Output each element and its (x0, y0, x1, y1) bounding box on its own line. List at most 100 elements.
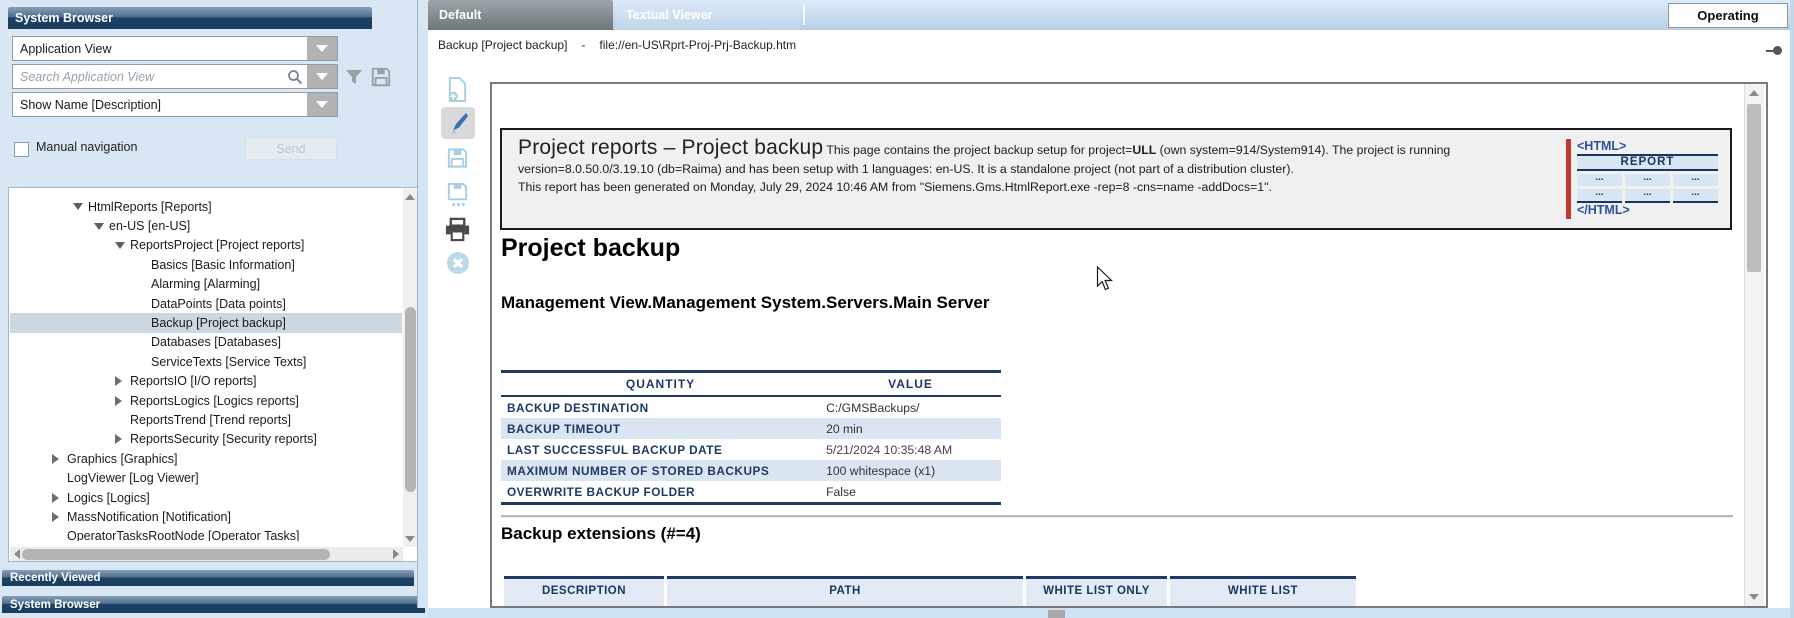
logo-cell: ... (1673, 174, 1718, 186)
logo-report-label: REPORT (1577, 154, 1718, 171)
tree-horizontal-scrollbar[interactable] (10, 547, 403, 561)
tree-item[interactable]: Basics [Basic Information] (10, 255, 402, 274)
report-header-title: Project reports – Project backup (518, 136, 823, 159)
display-mode-dropdown[interactable]: Show Name [Description] (12, 92, 338, 117)
add-report-icon[interactable] (446, 77, 469, 102)
tab-bar: Default Textual Viewer Operating (428, 0, 1790, 30)
logo-close-tag: </HTML> (1577, 203, 1718, 217)
scroll-right-arrow[interactable] (393, 549, 399, 559)
backup-settings-table: QUANTITY VALUE BACKUP DESTINATIONC:/GMSB… (501, 370, 1001, 505)
tree-item-label: ReportsTrend [Trend reports] (130, 413, 291, 427)
tree-item[interactable]: OperatorTasksRootNode [Operator Tasks] (10, 527, 402, 541)
quantity-cell: OVERWRITE BACKUP FOLDER (501, 481, 820, 504)
system-browser-accordion[interactable]: System Browser (2, 596, 425, 613)
system-tree: HtmlReports [Reports] en-US [en-US] Report… (10, 189, 402, 541)
scroll-up-arrow[interactable] (405, 194, 415, 200)
tree-expand-right-icon[interactable] (52, 493, 67, 503)
operating-mode-button[interactable]: Operating (1668, 3, 1788, 28)
tree-item-label: MassNotification [Notification] (67, 510, 231, 524)
tree-expand-right-icon[interactable] (52, 454, 67, 464)
logo-cell: ... (1673, 189, 1718, 203)
tree-expand-right-icon[interactable] (52, 512, 67, 522)
tree-item-label: LogViewer [Log Viewer] (67, 471, 199, 485)
scroll-up-arrow[interactable] (1749, 90, 1759, 96)
search-icon[interactable] (283, 69, 307, 85)
tree-item[interactable]: MassNotification [Notification] (10, 507, 402, 526)
tree-vertical-scrollbar-thumb[interactable] (405, 307, 416, 492)
tree-item-label: ReportsSecurity [Security reports] (130, 432, 317, 446)
save-report-icon[interactable] (446, 146, 469, 170)
application-window: System Browser Application View Show Nam… (0, 0, 1794, 618)
edit-pen-icon[interactable] (446, 111, 470, 135)
backup-table-row: LAST SUCCESSFUL BACKUP DATE5/21/2024 10:… (501, 439, 1001, 460)
tree-item[interactable]: ReportsProject [Project reports] (10, 236, 402, 255)
tree-item[interactable]: ReportsIO [I/O reports] (10, 372, 402, 391)
breadcrumb-separator: - (581, 38, 585, 52)
display-mode-arrow-button[interactable] (307, 93, 337, 116)
cancel-icon[interactable] (446, 251, 470, 275)
tab-default[interactable]: Default (428, 0, 613, 30)
report-section-path: Management View.Management System.Server… (501, 293, 989, 313)
tree-item-label: ReportsLogics [Logics reports] (130, 394, 299, 408)
search-input[interactable] (13, 69, 283, 85)
value-cell: 20 min (820, 418, 1001, 439)
tree-item-label: ReportsProject [Project reports] (130, 238, 304, 252)
tree-item[interactable]: DataPoints [Data points] (10, 294, 402, 313)
scroll-left-arrow[interactable] (14, 549, 20, 559)
print-icon[interactable] (444, 216, 471, 243)
save-as-icon[interactable] (446, 181, 469, 208)
tab-separator (803, 4, 805, 25)
tree-item-label: ServiceTexts [Service Texts] (151, 355, 306, 369)
tree-expand-right-icon[interactable] (115, 376, 130, 386)
tree-item[interactable]: Alarming [Alarming] (10, 275, 402, 294)
report-header-project-name: ULL (1132, 143, 1156, 157)
tree-vertical-scrollbar[interactable] (403, 189, 417, 547)
tree-expand-down-icon[interactable] (94, 223, 109, 230)
breadcrumb-path: file://en-US\Rprt-Proj-Prj-Backup.htm (599, 38, 796, 52)
tree-item-label: Databases [Databases] (151, 335, 281, 349)
view-selector-arrow-button[interactable] (307, 37, 337, 60)
tree-item[interactable]: HtmlReports [Reports] (10, 197, 402, 216)
scroll-down-arrow[interactable] (1749, 594, 1759, 600)
view-selector-dropdown[interactable]: Application View (12, 36, 338, 61)
manual-navigation-label: Manual navigation (36, 140, 137, 154)
tree-item[interactable]: ReportsLogics [Logics reports] (10, 391, 402, 410)
tree-expand-down-icon[interactable] (115, 242, 130, 249)
quantity-cell: LAST SUCCESSFUL BACKUP DATE (501, 439, 820, 460)
tree-item[interactable]: Graphics [Graphics] (10, 449, 402, 468)
tree-item[interactable]: Logics [Logics] (10, 488, 402, 507)
tree-item[interactable]: ReportsTrend [Trend reports] (10, 410, 402, 429)
quantity-cell: BACKUP DESTINATION (501, 396, 820, 418)
manual-navigation-checkbox[interactable] (14, 142, 29, 157)
tree-item[interactable]: ServiceTexts [Service Texts] (10, 352, 402, 371)
tree-expand-down-icon[interactable] (73, 203, 88, 210)
tree-horizontal-scrollbar-thumb[interactable] (22, 549, 330, 560)
logo-body: <HTML> REPORT ... ... ... ... ... ... </… (1577, 139, 1718, 219)
tree-item-label: Logics [Logics] (67, 491, 150, 505)
save-search-icon[interactable] (369, 65, 393, 88)
panel-splitter[interactable] (418, 30, 428, 608)
recently-viewed-accordion[interactable]: Recently Viewed (2, 570, 414, 586)
pin-pane-icon[interactable] (1766, 46, 1782, 55)
report-vertical-scrollbar[interactable] (1744, 84, 1764, 606)
tree-expand-right-icon[interactable] (115, 434, 130, 444)
tree-item[interactable]: Backup [Project backup] (10, 313, 402, 332)
search-options-arrow-button[interactable] (307, 65, 337, 88)
extensions-column-header: DESCRIPTION (504, 576, 664, 608)
system-browser-title-bar: System Browser (8, 7, 372, 29)
bottom-scroll-strip[interactable] (428, 608, 1790, 618)
tree-expand-right-icon[interactable] (115, 396, 130, 406)
tree-item-label: ReportsIO [I/O reports] (130, 374, 256, 388)
scroll-down-arrow[interactable] (405, 536, 415, 542)
tree-item[interactable]: ReportsSecurity [Security reports] (10, 430, 402, 449)
tree-item-label: en-US [en-US] (109, 219, 190, 233)
bottom-scroll-thumb[interactable] (1048, 610, 1065, 618)
tree-item[interactable]: LogViewer [Log Viewer] (10, 468, 402, 487)
filter-icon[interactable] (344, 67, 364, 87)
logo-cell: ... (1625, 189, 1670, 203)
tab-textual-viewer[interactable]: Textual Viewer (615, 0, 800, 30)
report-scrollbar-thumb[interactable] (1747, 104, 1761, 272)
send-button[interactable]: Send (245, 137, 337, 160)
tree-item[interactable]: en-US [en-US] (10, 216, 402, 235)
tree-item[interactable]: Databases [Databases] (10, 333, 402, 352)
